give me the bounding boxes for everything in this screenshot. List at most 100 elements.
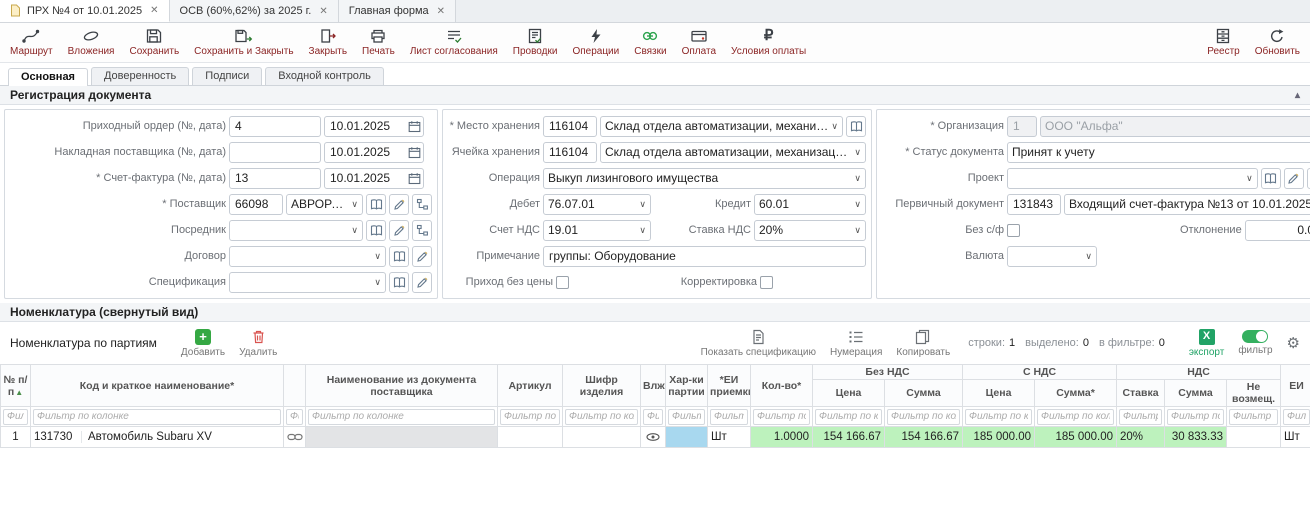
col-header-supplier-doc-name[interactable]: Наименование из документа поставщика: [306, 365, 498, 407]
hierarchy-button[interactable]: [412, 220, 432, 241]
waybill-number-input[interactable]: [229, 142, 321, 163]
supplier-select[interactable]: АВРОРА ООО ∨: [286, 194, 363, 215]
doc-tab-prh[interactable]: ПРХ №4 от 10.01.2025 ✕: [0, 0, 170, 22]
cell-price-with-vat[interactable]: 185 000.00: [963, 427, 1035, 448]
filter-input[interactable]: [308, 409, 495, 425]
contract-select[interactable]: ∨: [229, 246, 386, 267]
order-number-input[interactable]: [229, 116, 321, 137]
cell-num[interactable]: 1: [1, 427, 31, 448]
filter-input[interactable]: [965, 409, 1032, 425]
tab-podpisi[interactable]: Подписи: [192, 67, 262, 85]
org-select[interactable]: ООО "Альфа" ∨: [1040, 116, 1310, 137]
filter-input[interactable]: [1167, 409, 1224, 425]
invoice-number-input[interactable]: [229, 168, 321, 189]
cell-unit[interactable]: Шт: [1281, 427, 1310, 448]
filter-input[interactable]: [668, 409, 705, 425]
cell-price-no-vat[interactable]: 154 166.67: [813, 427, 885, 448]
route-button[interactable]: Маршрут: [10, 27, 53, 57]
col-header-code-name[interactable]: Код и краткое наименование*: [31, 365, 284, 407]
filter-input[interactable]: [286, 409, 303, 425]
col-header-attach[interactable]: Влж: [641, 365, 666, 407]
save-and-close-button[interactable]: Сохранить и Закрыть: [194, 27, 293, 57]
export-excel-button[interactable]: X экспорт: [1189, 329, 1225, 358]
credit-select[interactable]: 60.01 ∨: [754, 194, 866, 215]
postings-button[interactable]: Проводки: [513, 27, 558, 57]
nomenclature-section-header[interactable]: Номенклатура (свернутый вид): [0, 303, 1310, 322]
links-button[interactable]: Связки: [634, 27, 666, 57]
doc-tab-osv[interactable]: ОСВ (60%,62%) за 2025 г. ✕: [170, 0, 339, 22]
tab-doverennost[interactable]: Доверенность: [91, 67, 189, 85]
open-card-button[interactable]: [389, 272, 409, 293]
filter-input[interactable]: [1283, 409, 1310, 425]
registration-section-header[interactable]: Регистрация документа ▴: [0, 86, 1310, 105]
delete-row-button[interactable]: Удалить: [239, 329, 277, 358]
filter-input[interactable]: [1119, 409, 1162, 425]
add-row-button[interactable]: + Добавить: [181, 329, 225, 358]
cell-vat-rate[interactable]: 20%: [1117, 427, 1165, 448]
col-header-vat-rate[interactable]: Ставка: [1117, 380, 1165, 407]
show-spec-button[interactable]: Показать спецификацию: [701, 329, 816, 358]
operation-select[interactable]: Выкуп лизингового имущества ∨: [543, 168, 866, 189]
filter-toggle[interactable]: фильтр: [1238, 330, 1272, 356]
refresh-button[interactable]: Обновить: [1255, 27, 1300, 57]
open-card-button[interactable]: [846, 116, 866, 137]
filter-input[interactable]: [3, 409, 28, 425]
col-header-vat-non-refund[interactable]: Не возмещ.: [1227, 380, 1281, 407]
filter-input[interactable]: [753, 409, 810, 425]
cell-article[interactable]: [498, 427, 563, 448]
filter-input[interactable]: [710, 409, 748, 425]
filter-input[interactable]: [565, 409, 638, 425]
gear-icon[interactable]: ⚙: [1287, 334, 1300, 352]
close-icon[interactable]: ✕: [437, 6, 445, 17]
cell-link[interactable]: [284, 427, 306, 448]
primary-doc-code-input[interactable]: [1007, 194, 1061, 215]
filter-input[interactable]: [643, 409, 663, 425]
filter-input[interactable]: [500, 409, 560, 425]
operations-button[interactable]: Операции: [572, 27, 619, 57]
close-button[interactable]: Закрыть: [309, 27, 348, 57]
cell-code-name[interactable]: 131730 Автомобиль Subaru XV: [31, 427, 284, 448]
col-header-sum-with-vat[interactable]: Сумма*: [1035, 380, 1117, 407]
col-header-sum-no-vat[interactable]: Сумма: [885, 380, 963, 407]
cell-vat-non-refund[interactable]: [1227, 427, 1281, 448]
supplier-code-input[interactable]: [229, 194, 283, 215]
calendar-icon[interactable]: [408, 172, 421, 185]
debit-select[interactable]: 76.07.01 ∨: [543, 194, 651, 215]
print-button[interactable]: Печать: [362, 27, 395, 57]
calendar-icon[interactable]: [408, 146, 421, 159]
edit-button[interactable]: [412, 246, 432, 267]
vat-rate-select[interactable]: 20% ∨: [754, 220, 866, 241]
open-card-button[interactable]: [1261, 168, 1281, 189]
note-input[interactable]: [543, 246, 866, 267]
copy-button[interactable]: Копировать: [896, 329, 950, 358]
cell-receive-unit[interactable]: Шт: [708, 427, 751, 448]
cell-qty[interactable]: 1.0000: [751, 427, 813, 448]
hierarchy-button[interactable]: [412, 194, 432, 215]
col-header-receive-unit[interactable]: *ЕИ приемки: [708, 365, 751, 407]
correction-checkbox[interactable]: [760, 276, 773, 289]
filter-input[interactable]: [33, 409, 281, 425]
vat-account-select[interactable]: 19.01 ∨: [543, 220, 651, 241]
edit-button[interactable]: [389, 220, 409, 241]
collapse-icon[interactable]: ▴: [1295, 90, 1300, 101]
open-card-button[interactable]: [366, 220, 386, 241]
col-header-article[interactable]: Артикул: [498, 365, 563, 407]
col-header-product-code[interactable]: Шифр изделия: [563, 365, 641, 407]
open-card-button[interactable]: [366, 194, 386, 215]
cell-select[interactable]: Склад отдела автоматизации, механизации …: [600, 142, 866, 163]
primary-doc-select[interactable]: Входящий счет-фактура №13 от 10.01.2025 …: [1064, 194, 1310, 215]
save-button[interactable]: Сохранить: [129, 27, 179, 57]
spec-select[interactable]: ∨: [229, 272, 386, 293]
attachments-button[interactable]: Вложения: [68, 27, 115, 57]
col-header-price-with-vat[interactable]: Цена: [963, 380, 1035, 407]
payment-button[interactable]: Оплата: [682, 27, 716, 57]
cell-code-input[interactable]: [543, 142, 597, 163]
doc-tab-main-form[interactable]: Главная форма ✕: [339, 0, 456, 22]
currency-select[interactable]: ∨: [1007, 246, 1097, 267]
col-header-qty[interactable]: Кол-во*: [751, 365, 813, 407]
cell-vat-sum[interactable]: 30 833.33: [1165, 427, 1227, 448]
calendar-icon[interactable]: [408, 120, 421, 133]
storage-select[interactable]: Склад отдела автоматизации, механизации …: [600, 116, 843, 137]
status-select[interactable]: Принят к учету ∨: [1007, 142, 1310, 163]
close-icon[interactable]: ✕: [319, 6, 327, 17]
